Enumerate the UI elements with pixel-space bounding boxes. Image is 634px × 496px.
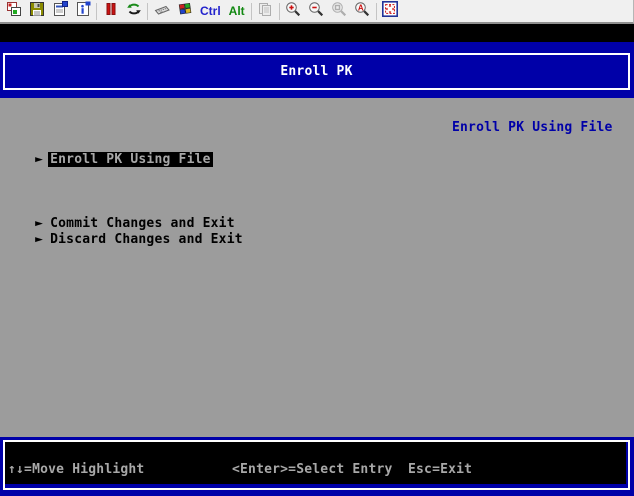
pause-button[interactable] — [99, 1, 122, 21]
save-session-button[interactable] — [25, 1, 48, 21]
menu-arrow-icon: ► — [35, 232, 48, 248]
menu-item-commit-changes-and-exit[interactable]: ►Commit Changes and Exit — [3, 200, 237, 216]
new-connection-icon — [6, 1, 22, 22]
toolbar-separator — [147, 3, 148, 20]
help-text: Enroll PK Using File — [452, 120, 613, 136]
fullscreen-button[interactable] — [379, 1, 402, 21]
windows-flag-icon — [177, 1, 193, 22]
zoom-100-button — [328, 1, 351, 21]
new-connection-button[interactable] — [2, 1, 25, 21]
toolbar-separator — [279, 3, 280, 20]
ctrl-esc-button[interactable] — [173, 1, 196, 21]
refresh-icon — [126, 1, 142, 22]
options-document-icon — [52, 1, 68, 22]
zoom-auto-button[interactable]: A — [351, 1, 374, 21]
menu-arrow-icon: ► — [35, 152, 48, 168]
fullscreen-icon — [382, 1, 398, 22]
zoom-in-icon — [285, 1, 301, 22]
pause-icon — [103, 1, 119, 22]
toolbar-separator — [251, 3, 252, 20]
menu-item-label: Discard Changes and Exit — [48, 232, 245, 247]
connection-info-button[interactable] — [71, 1, 94, 21]
keyboard-icon — [154, 1, 170, 22]
save-floppy-icon — [29, 1, 45, 22]
toolbar-separator — [376, 3, 377, 20]
hint-select-entry: <Enter>=Select Entry — [232, 462, 393, 478]
zoom-out-button[interactable] — [305, 1, 328, 21]
copy-files-icon — [257, 1, 273, 22]
svg-text:A: A — [358, 3, 364, 12]
zoom-100-icon — [331, 1, 347, 22]
form-title-band: Enroll PK — [0, 42, 634, 98]
hint-move-highlight: ↑↓=Move Highlight — [8, 462, 144, 478]
remote-display[interactable]: Enroll PK Enroll PK Using File ►Enroll P… — [0, 24, 634, 496]
zoom-out-icon — [308, 1, 324, 22]
info-document-icon — [75, 1, 91, 22]
screen-top-margin — [0, 24, 634, 42]
toolbar-separator — [96, 3, 97, 20]
menu-item-label: Enroll PK Using File — [48, 152, 213, 167]
vnc-toolbar: Ctrl Alt — [0, 0, 634, 24]
refresh-button[interactable] — [122, 1, 145, 21]
hint-esc-exit: Esc=Exit — [408, 462, 472, 478]
zoom-in-button[interactable] — [282, 1, 305, 21]
send-ctrl-button[interactable]: Ctrl — [196, 1, 225, 21]
connection-options-button[interactable] — [48, 1, 71, 21]
transfer-files-button — [254, 1, 277, 21]
menu-item-discard-changes-and-exit[interactable]: ►Discard Changes and Exit — [3, 216, 245, 232]
ctrl-alt-del-button[interactable] — [150, 1, 173, 21]
zoom-auto-icon: A — [354, 1, 370, 22]
page-title: Enroll PK — [3, 53, 630, 90]
send-alt-button[interactable]: Alt — [225, 1, 249, 21]
menu-item-enroll-pk-using-file[interactable]: ►Enroll PK Using File — [3, 136, 213, 152]
